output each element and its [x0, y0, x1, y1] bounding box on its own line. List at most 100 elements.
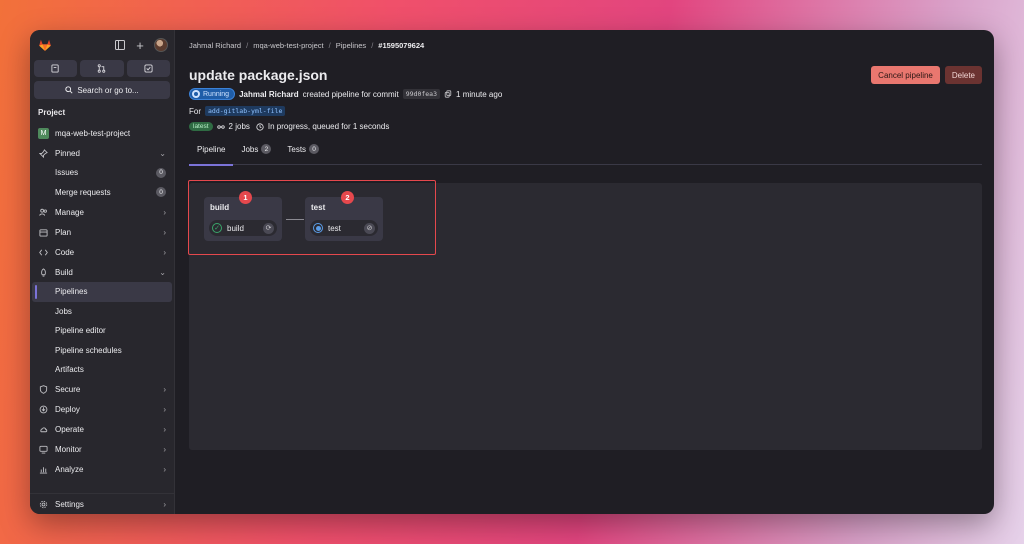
- sidebar-item-label: Monitor: [55, 445, 82, 454]
- progress-text: In progress, queued for 1 seconds: [267, 122, 390, 131]
- sidebar-item-plan[interactable]: Plan ›: [30, 222, 174, 242]
- chevron-right-icon: ›: [163, 465, 166, 474]
- sidebar-item-label: Issues: [55, 168, 79, 178]
- pipeline-icon: [216, 123, 225, 131]
- job-name: build: [227, 223, 244, 233]
- sidebar-item-code[interactable]: Code ›: [30, 242, 174, 262]
- retry-icon[interactable]: ⟳: [263, 222, 274, 234]
- sidebar-item-label: Deploy: [55, 405, 80, 414]
- running-icon: [192, 90, 200, 98]
- sidebar-toggle-icon[interactable]: [114, 39, 126, 51]
- merge-requests-shortcut-button[interactable]: [80, 60, 124, 77]
- sidebar-item-label: Pipeline schedules: [55, 345, 122, 355]
- chevron-right-icon: ›: [163, 207, 166, 217]
- sidebar-project[interactable]: M mqa-web-test-project: [30, 123, 174, 143]
- deploy-icon: [38, 405, 48, 415]
- sidebar-item-build[interactable]: Build ⌄: [30, 262, 174, 282]
- latest-badge: latest: [189, 122, 213, 131]
- chevron-down-icon: ⌄: [159, 148, 166, 158]
- tab-jobs[interactable]: Jobs 2: [233, 144, 279, 165]
- sidebar-item-manage[interactable]: Manage ›: [30, 202, 174, 222]
- stage-test: test test ⊘: [305, 197, 383, 241]
- merge-requests-count-badge: 0: [156, 187, 166, 198]
- plus-icon[interactable]: +: [134, 39, 146, 52]
- cloud-icon: [38, 425, 48, 435]
- breadcrumb-user[interactable]: Jahmal Richard: [189, 41, 241, 50]
- pipeline-graph: build ✓ build ⟳ test test ⊘ 1 2: [188, 180, 982, 450]
- users-icon: [38, 207, 48, 217]
- sidebar-item-operate[interactable]: Operate ›: [30, 420, 174, 440]
- sidebar-item-label: Settings: [55, 499, 84, 509]
- status-running-icon: [313, 223, 323, 233]
- status-badge[interactable]: Running: [189, 88, 236, 100]
- gear-icon: [38, 499, 48, 509]
- clock-icon: [256, 122, 264, 131]
- sidebar-item-settings[interactable]: Settings ›: [30, 494, 174, 514]
- sidebar-item-label: Jobs: [55, 306, 72, 316]
- search-icon: [65, 86, 73, 94]
- stage-connector: [286, 219, 304, 220]
- annotation-marker-1: 1: [239, 191, 252, 204]
- sidebar-item-label: Artifacts: [55, 365, 84, 375]
- commit-sha[interactable]: 99d0fea3: [402, 89, 441, 99]
- sidebar-item-monitor[interactable]: Monitor ›: [30, 440, 174, 460]
- user-avatar[interactable]: [154, 38, 168, 52]
- sidebar-item-analyze[interactable]: Analyze ›: [30, 460, 174, 480]
- breadcrumb-project[interactable]: mqa-web-test-project: [253, 41, 323, 50]
- tab-tests[interactable]: Tests 0: [279, 144, 327, 165]
- project-avatar: M: [38, 127, 49, 139]
- tab-label: Jobs: [241, 145, 259, 154]
- pipeline-tabs: Pipeline Jobs 2 Tests 0: [189, 144, 982, 166]
- sidebar-item-secure[interactable]: Secure ›: [30, 380, 174, 400]
- job-build[interactable]: ✓ build ⟳: [209, 220, 277, 236]
- breadcrumb-current[interactable]: #1595079624: [378, 41, 424, 50]
- chevron-right-icon: ›: [163, 499, 166, 509]
- branch-link[interactable]: add-gitlab-yml-file: [205, 106, 286, 116]
- issues-count-badge: 0: [156, 167, 166, 178]
- gitlab-logo-icon[interactable]: [38, 38, 52, 52]
- chevron-right-icon: ›: [163, 445, 166, 454]
- sidebar-item-jobs[interactable]: Jobs: [30, 302, 174, 322]
- breadcrumb-pipelines[interactable]: Pipelines: [336, 41, 366, 50]
- pin-icon: [38, 148, 48, 158]
- chevron-down-icon: ⌄: [159, 267, 166, 277]
- sidebar-item-label: Secure: [55, 385, 81, 394]
- search-label: Search or go to...: [77, 85, 139, 95]
- cancel-pipeline-button[interactable]: Cancel pipeline: [871, 66, 940, 84]
- sidebar-item-pinned[interactable]: Pinned ⌄: [30, 143, 174, 163]
- chevron-right-icon: ›: [163, 227, 166, 237]
- sidebar-item-merge-requests[interactable]: Merge requests 0: [30, 183, 174, 203]
- sidebar-header: +: [30, 30, 174, 60]
- sidebar-item-label: Code: [55, 247, 75, 257]
- sidebar-item-label: Merge requests: [55, 187, 111, 197]
- copy-icon[interactable]: [444, 90, 452, 98]
- sidebar-item-issues[interactable]: Issues 0: [30, 163, 174, 183]
- search-button[interactable]: Search or go to...: [34, 81, 170, 99]
- sidebar-item-label: Plan: [55, 227, 72, 237]
- sidebar-item-label: Pipeline editor: [55, 326, 106, 336]
- sidebar-item-artifacts[interactable]: Artifacts: [30, 360, 174, 380]
- tab-pipeline[interactable]: Pipeline: [189, 145, 234, 166]
- sidebar-item-label: Pipelines: [55, 287, 88, 297]
- author-link[interactable]: Jahmal Richard: [239, 90, 299, 99]
- sidebar-item-pipeline-schedules[interactable]: Pipeline schedules: [30, 341, 174, 361]
- job-test[interactable]: test ⊘: [310, 220, 378, 236]
- sidebar-section-title: Project: [38, 108, 66, 117]
- stage-name: test: [311, 203, 326, 212]
- cancel-job-icon[interactable]: ⊘: [364, 222, 375, 234]
- sidebar-item-pipelines[interactable]: Pipelines: [32, 282, 172, 302]
- app-window: + Search or go to... Project M mqa-web-t…: [30, 30, 994, 514]
- project-name: mqa-web-test-project: [55, 128, 131, 138]
- issues-icon: [51, 64, 59, 73]
- tab-label: Tests: [287, 145, 307, 154]
- sidebar-item-pipeline-editor[interactable]: Pipeline editor: [30, 321, 174, 341]
- todo-shortcut-button[interactable]: [126, 60, 170, 77]
- delete-button[interactable]: Delete: [944, 66, 982, 84]
- tab-label: Pipeline: [197, 145, 226, 154]
- created-text: created pipeline for commit: [302, 89, 399, 99]
- status-label: Running: [203, 90, 230, 98]
- sidebar-item-deploy[interactable]: Deploy ›: [30, 400, 174, 420]
- calendar-icon: [38, 227, 48, 237]
- page-title: update package.json: [189, 67, 328, 83]
- issues-shortcut-button[interactable]: [34, 60, 78, 77]
